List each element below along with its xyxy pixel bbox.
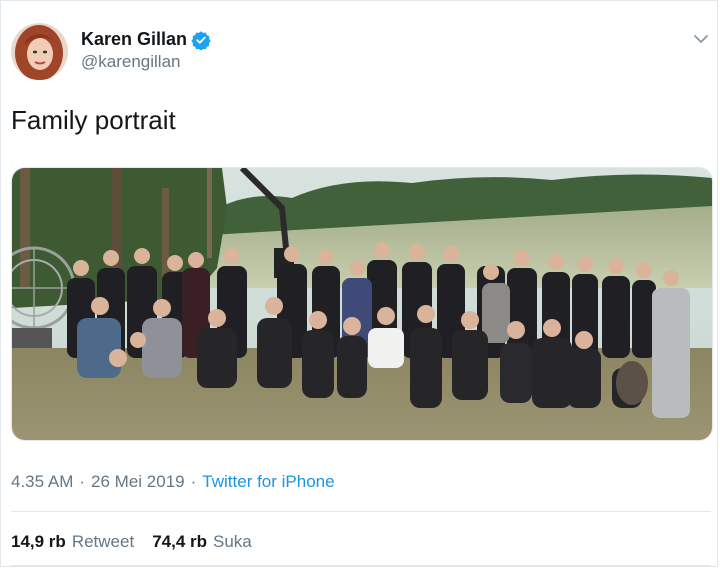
author-avatar[interactable] — [11, 23, 68, 80]
tweet-meta: 4.35 AM · 26 Mei 2019 · Twitter for iPho… — [11, 472, 335, 492]
tweet-photo[interactable] — [11, 167, 713, 441]
tweet-stats: 14,9 rb Retweet 74,4 rb Suka — [11, 532, 252, 552]
divider — [11, 511, 711, 512]
display-name-row: Karen Gillan — [81, 29, 211, 51]
tweet-source-link[interactable]: Twitter for iPhone — [202, 472, 334, 492]
meta-separator: · — [79, 472, 86, 491]
author-display-name[interactable]: Karen Gillan — [81, 29, 187, 50]
tweet-date[interactable]: 26 Mei 2019 — [91, 472, 185, 492]
like-count: 74,4 rb — [152, 532, 207, 551]
tweet-header: Karen Gillan @karengillan — [11, 23, 711, 83]
tweet-text: Family portrait — [11, 105, 176, 135]
tweet-time[interactable]: 4.35 AM — [11, 472, 73, 492]
retweet-stat[interactable]: 14,9 rb Retweet — [11, 532, 134, 552]
author-names: Karen Gillan @karengillan — [81, 29, 211, 72]
like-label: Suka — [213, 532, 252, 551]
author-handle[interactable]: @karengillan — [81, 52, 211, 72]
retweet-count: 14,9 rb — [11, 532, 66, 551]
tweet-card: Karen Gillan @karengillan Family portrai… — [0, 0, 718, 567]
verified-badge-icon — [191, 30, 211, 51]
retweet-label: Retweet — [71, 532, 135, 551]
divider — [11, 565, 711, 566]
meta-separator: · — [190, 472, 197, 491]
chevron-down-icon[interactable] — [691, 29, 711, 49]
like-stat[interactable]: 74,4 rb Suka — [152, 532, 252, 552]
